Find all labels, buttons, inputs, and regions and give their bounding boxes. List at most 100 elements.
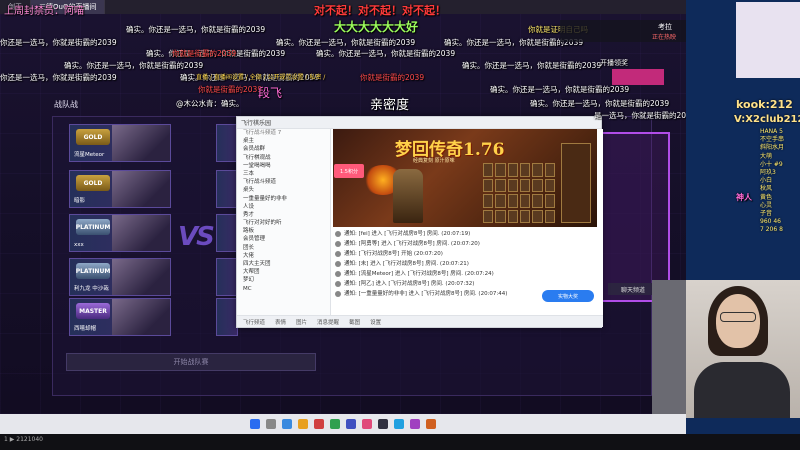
supporter-entry: HANA 5 [760,128,783,135]
app-icon[interactable] [378,419,388,429]
app-icon[interactable] [426,419,436,429]
danmaku-mid-big: 段飞 [258,86,283,100]
player-card-2[interactable]: GOLD 暗影 [69,170,171,208]
opponent-card-2[interactable] [216,170,238,208]
info-icon [335,230,341,237]
danmaku-row: 确实。你还是一选马，你就是街霸的2039 [126,25,266,34]
sidebar-item[interactable]: 会员战群 [237,145,330,153]
sidebar-item[interactable]: 团长 [237,244,330,252]
opponent-card-4[interactable] [216,258,238,296]
user-label: 考拉 [658,23,672,31]
event-log: 通知: [fei] 进入 [飞行对战房8号] 房间. (20:07:19) 通知:… [335,229,597,299]
floating-label: 开播领奖 [600,59,628,67]
sidebar-item[interactable]: 一重量量好的非非 [237,195,330,203]
club-label: V:X2club212 [734,114,800,125]
danmaku-row: 你就是街霸的2039 [360,73,425,82]
chat-channel-tab[interactable]: 聊天频道 [608,283,658,295]
toolbar-item[interactable]: 图片 [296,318,307,326]
pink-banner [612,69,664,85]
sidebar-item[interactable]: 一堂喝喝喝 [237,162,330,170]
sidebar-item[interactable]: 桌头 [237,186,330,194]
ad-banner[interactable]: 梦回传奇1.76 经典复刻 原汁原味 [333,129,597,227]
windows-start-icon[interactable] [250,419,260,429]
danmaku-row: 确实。你还是一选马，你就是街霸的2039 [316,49,456,58]
log-text: 通知: [流星Meteor] 进入 [飞行对战房8号] 房间. (20:07:2… [344,271,494,277]
points-pill[interactable]: 1.5积分 [334,164,364,178]
search-icon[interactable] [266,419,276,429]
app-icon[interactable] [410,419,420,429]
log-text: 通知: [一重量量好的非非] 进入 [飞行对战房8号] 房间. (20:07:4… [344,291,508,297]
toolbar-item[interactable]: 截图 [349,318,360,326]
body [694,362,790,418]
log-line: 通知: [阿勇等] 进入 [飞行对战房8号] 房间. (20:07:20) [335,239,597,249]
danmaku-row: 你还是一选马，你就是街霸的2039 [0,73,117,82]
inventory-grid [483,163,555,223]
supporter-entry: 秋风 [760,185,773,193]
toolbar-item[interactable]: 设置 [370,318,381,326]
sidebar-item[interactable]: 大帮团 [237,268,330,276]
sidebar-item[interactable]: 三本 [237,170,330,178]
opponent-card-1[interactable] [216,124,238,162]
supporter-entry: 心灵 [760,201,773,209]
sidebar-item[interactable]: 飞行战斗频道 [237,178,330,186]
start-team-battle-button[interactable]: 开始战队赛 [66,353,316,371]
supporter-entry: 斜阳水月 [760,144,785,152]
sidebar-item[interactable]: 飞行战斗频道 7 [237,129,330,137]
log-line: 通知: [流星Meteor] 进入 [飞行对战房8号] 房间. (20:07:2… [335,269,597,279]
log-text: 通知: [fei] 进入 [飞行对战房8号] 房间. (20:07:19) [344,231,471,237]
channel-sidebar: 飞行战斗频道 7 桌主 会员战群 飞行棋观战 一堂喝喝喝 三本 飞行战斗频道 桌头 一重量量好的… [237,129,331,317]
sidebar-item[interactable]: 桌主 [237,137,330,145]
toolbar-item[interactable]: 消息提醒 [317,318,339,326]
sidebar-item[interactable]: 大佬 [237,252,330,260]
danmaku-row: 确实。你还是一选马，你就是街霸的2039 [64,61,204,70]
app-icon[interactable] [394,419,404,429]
toolbar-item[interactable]: 飞行频道 [243,318,265,326]
rank-badge: PLATINUM [76,219,110,235]
sidebar-item[interactable]: MC [237,285,330,293]
app-icon[interactable] [282,419,292,429]
player-name: 暗影 [74,198,86,204]
player-card-3[interactable]: PLATINUM xxx [69,214,171,252]
rank-badge: GOLD [76,129,110,145]
toolbar-item[interactable]: 表情 [275,318,286,326]
log-text: 通知: [飞行对战房8号] 开始 (20:07:20) [344,251,443,257]
player-portrait [112,215,170,251]
os-taskbar [0,414,686,434]
danmaku-intimacy: 亲密度 [370,98,410,113]
sidebar-item[interactable]: 飞行对对好的听 [237,219,330,227]
prize-button[interactable]: 实物大奖 [542,290,594,302]
app-icon[interactable] [314,419,324,429]
sidebar-item[interactable]: 四大主天团 [237,260,330,268]
app-icon[interactable] [362,419,372,429]
player-name: 利九龙 中沙哉 [74,286,109,292]
info-icon [335,280,341,287]
player-card-4[interactable]: PLATINUM 利九龙 中沙哉 [69,258,171,296]
log-line: 通知: [fei] 进入 [飞行对战房8号] 房间. (20:07:19) [335,229,597,239]
opponent-card-5[interactable] [216,298,238,336]
player-portrait [112,171,170,207]
app-icon[interactable] [346,419,356,429]
app-main: 梦回传奇1.76 经典复刻 原汁原味 通知: [fei] 进入 [飞行对战房8号… [331,129,603,317]
sidebar-item[interactable]: 梦幻 [237,276,330,284]
sidebar-item[interactable]: 路板 [237,227,330,235]
sidebar-item[interactable]: 会员管理 [237,235,330,243]
danmaku-row: 确实。你还是一选马，你就是街霸的2039 [490,85,630,94]
danmaku-row: 确实。你还是一选马，你就是街霸的2039 [462,61,602,70]
supporter-entry: 小十 #9 [760,160,783,168]
danmaku-row: 确实。你还是一选马，你就是街霸的2039 [530,99,670,108]
sidebar-item[interactable]: 秀才 [237,211,330,219]
supporter-entry: 大萌 [760,152,773,160]
sidebar-item[interactable]: 飞行棋观战 [237,154,330,162]
vs-label: VS [178,222,215,252]
danmaku-row: @木公水青：确实。 [176,99,244,108]
player-card-1[interactable]: GOLD 流星Meteor [69,124,171,162]
log-text: 通知: [阿乙] 进入 [飞行对战房8号] 房间. (20:07:32) [344,281,475,287]
player-card-5[interactable]: MASTER 西嘻却帽 [69,298,171,336]
opponent-card-3[interactable] [216,214,238,252]
sidebar-item[interactable]: 人设 [237,203,330,211]
folder-icon[interactable] [298,419,308,429]
log-line: 通知: [阿乙] 进入 [飞行对战房8号] 房间. (20:07:32) [335,279,597,289]
player-name: 流星Meteor [74,152,105,158]
log-text: 通知: [阿勇等] 进入 [飞行对战房8号] 房间. (20:07:20) [344,241,480,247]
app-icon[interactable] [330,419,340,429]
